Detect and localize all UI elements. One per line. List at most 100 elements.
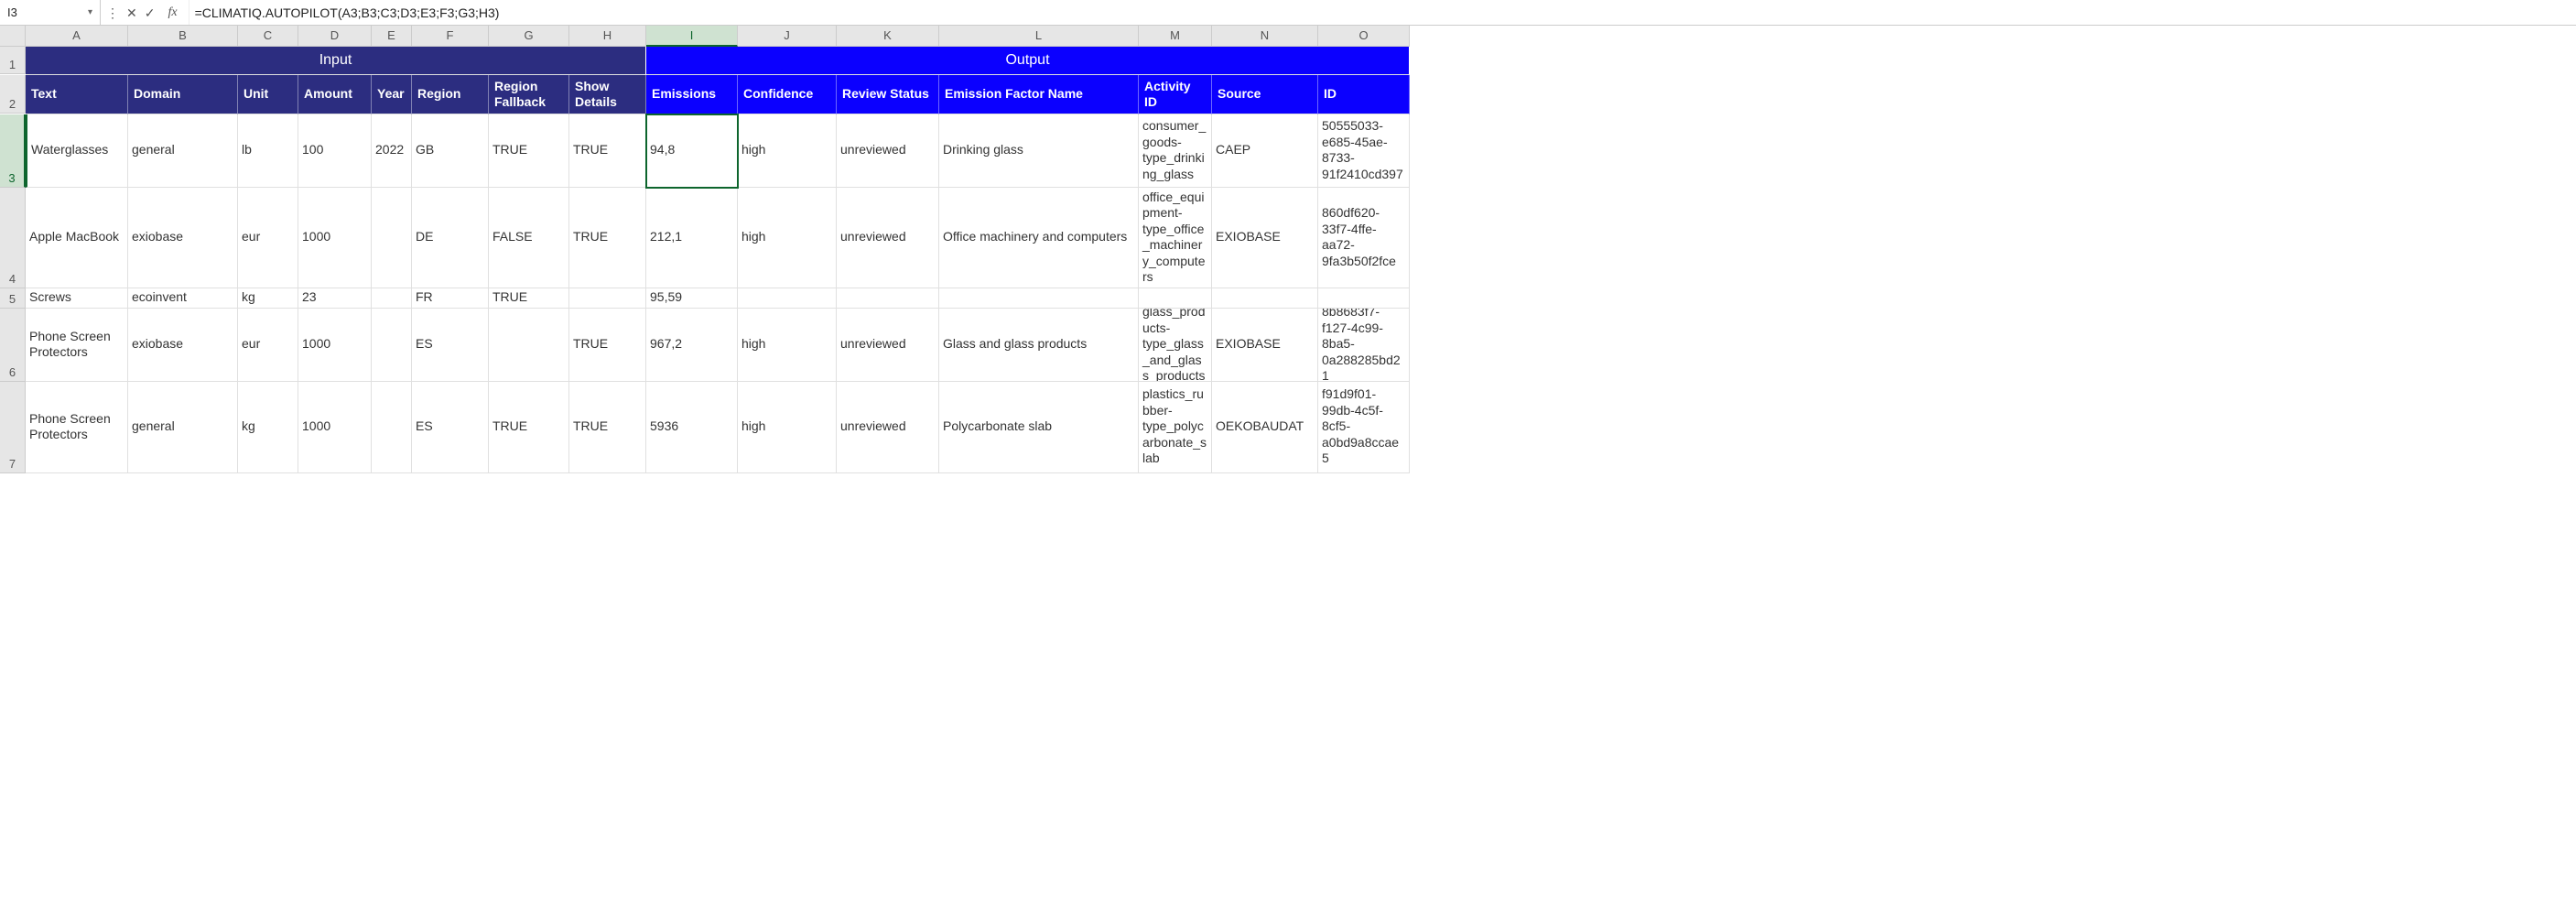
cell[interactable]: 860df620-33f7-4ffe-aa72-9fa3b50f2fce: [1318, 188, 1410, 288]
cell[interactable]: GB: [412, 114, 489, 188]
cell[interactable]: Screws: [26, 288, 128, 309]
cell[interactable]: 2022: [372, 114, 412, 188]
row-header[interactable]: 5: [0, 288, 26, 309]
cell[interactable]: kg: [238, 288, 298, 309]
cell[interactable]: [939, 288, 1139, 309]
cell[interactable]: Apple MacBook: [26, 188, 128, 288]
row-header[interactable]: 3: [0, 114, 26, 188]
column-header[interactable]: J: [738, 26, 837, 47]
cell[interactable]: [1212, 288, 1318, 309]
column-header[interactable]: F: [412, 26, 489, 47]
cell[interactable]: unreviewed: [837, 114, 939, 188]
cell[interactable]: f91d9f01-99db-4c5f-8cf5-a0bd9a8ccae5: [1318, 382, 1410, 473]
column-header[interactable]: G: [489, 26, 569, 47]
cell[interactable]: Phone Screen Protectors: [26, 382, 128, 473]
column-header[interactable]: H: [569, 26, 646, 47]
cell[interactable]: general: [128, 382, 238, 473]
column-header[interactable]: B: [128, 26, 238, 47]
cell[interactable]: unreviewed: [837, 188, 939, 288]
cell[interactable]: unreviewed: [837, 382, 939, 473]
cell[interactable]: TRUE: [489, 288, 569, 309]
cell[interactable]: ES: [412, 382, 489, 473]
column-header[interactable]: C: [238, 26, 298, 47]
cell[interactable]: TRUE: [489, 382, 569, 473]
cell[interactable]: [372, 188, 412, 288]
column-header[interactable]: D: [298, 26, 372, 47]
cell[interactable]: EXIOBASE: [1212, 188, 1318, 288]
cell[interactable]: [372, 288, 412, 309]
cell[interactable]: [569, 288, 646, 309]
cell[interactable]: EXIOBASE: [1212, 309, 1318, 382]
select-all-corner[interactable]: [0, 26, 26, 47]
cancel-icon[interactable]: ✕: [126, 6, 137, 19]
cell[interactable]: [372, 382, 412, 473]
column-header[interactable]: M: [1139, 26, 1212, 47]
cell[interactable]: general: [128, 114, 238, 188]
cell[interactable]: FALSE: [489, 188, 569, 288]
column-header[interactable]: I: [646, 26, 738, 47]
spreadsheet-grid[interactable]: ABCDEFGHIJKLMNO1InputOutput2TextDomainUn…: [0, 26, 2576, 473]
cell[interactable]: 100: [298, 114, 372, 188]
fx-icon[interactable]: fx: [162, 6, 182, 19]
row-header[interactable]: 7: [0, 382, 26, 473]
row-header[interactable]: 2: [0, 75, 26, 114]
cell[interactable]: 95,59: [646, 288, 738, 309]
cell[interactable]: high: [738, 309, 837, 382]
cell[interactable]: 23: [298, 288, 372, 309]
cell[interactable]: OEKOBAUDAT: [1212, 382, 1318, 473]
cell[interactable]: 967,2: [646, 309, 738, 382]
cell[interactable]: 5936: [646, 382, 738, 473]
cell[interactable]: TRUE: [569, 382, 646, 473]
cell[interactable]: [837, 288, 939, 309]
column-header[interactable]: N: [1212, 26, 1318, 47]
cell[interactable]: DE: [412, 188, 489, 288]
cell[interactable]: Office machinery and computers: [939, 188, 1139, 288]
confirm-icon[interactable]: ✓: [145, 6, 156, 19]
cell[interactable]: [489, 309, 569, 382]
cell[interactable]: plastics_rubber-type_polycarbonate_slab: [1139, 382, 1212, 473]
cell[interactable]: Phone Screen Protectors: [26, 309, 128, 382]
name-box[interactable]: I3 ▾: [0, 0, 101, 25]
cell[interactable]: ecoinvent: [128, 288, 238, 309]
cell[interactable]: high: [738, 382, 837, 473]
column-header[interactable]: E: [372, 26, 412, 47]
column-header[interactable]: A: [26, 26, 128, 47]
cell[interactable]: kg: [238, 382, 298, 473]
cell[interactable]: TRUE: [569, 188, 646, 288]
cell[interactable]: 50555033-e685-45ae-8733-91f2410cd397: [1318, 114, 1410, 188]
column-header[interactable]: K: [837, 26, 939, 47]
cell[interactable]: glass_products-type_glass_and_glass_prod…: [1139, 309, 1212, 382]
cell[interactable]: 1000: [298, 382, 372, 473]
row-header[interactable]: 4: [0, 188, 26, 288]
column-header[interactable]: O: [1318, 26, 1410, 47]
formula-input[interactable]: =CLIMATIQ.AUTOPILOT(A3;B3;C3;D3;E3;F3;G3…: [189, 0, 2576, 25]
cell[interactable]: unreviewed: [837, 309, 939, 382]
cell[interactable]: consumer_goods-type_drinking_glass: [1139, 114, 1212, 188]
cell[interactable]: lb: [238, 114, 298, 188]
cell[interactable]: eur: [238, 188, 298, 288]
row-header[interactable]: 1: [0, 47, 26, 74]
cell[interactable]: ES: [412, 309, 489, 382]
cell[interactable]: [372, 309, 412, 382]
cell[interactable]: exiobase: [128, 188, 238, 288]
cell[interactable]: eur: [238, 309, 298, 382]
cell[interactable]: TRUE: [569, 114, 646, 188]
cell[interactable]: 1000: [298, 309, 372, 382]
cell[interactable]: Waterglasses: [26, 114, 128, 188]
cell[interactable]: high: [738, 188, 837, 288]
cell[interactable]: 94,8: [646, 114, 738, 188]
cell[interactable]: high: [738, 114, 837, 188]
cell[interactable]: [1139, 288, 1212, 309]
cell[interactable]: 1000: [298, 188, 372, 288]
cell[interactable]: [1318, 288, 1410, 309]
cell[interactable]: Polycarbonate slab: [939, 382, 1139, 473]
cell[interactable]: Glass and glass products: [939, 309, 1139, 382]
cell[interactable]: office_equipment-type_office_machinery_c…: [1139, 188, 1212, 288]
cell[interactable]: 212,1: [646, 188, 738, 288]
cell[interactable]: CAEP: [1212, 114, 1318, 188]
row-header[interactable]: 6: [0, 309, 26, 382]
cell[interactable]: TRUE: [489, 114, 569, 188]
cell[interactable]: [738, 288, 837, 309]
cell[interactable]: TRUE: [569, 309, 646, 382]
cell[interactable]: 8b8683f7-f127-4c99-8ba5-0a288285bd21: [1318, 309, 1410, 382]
